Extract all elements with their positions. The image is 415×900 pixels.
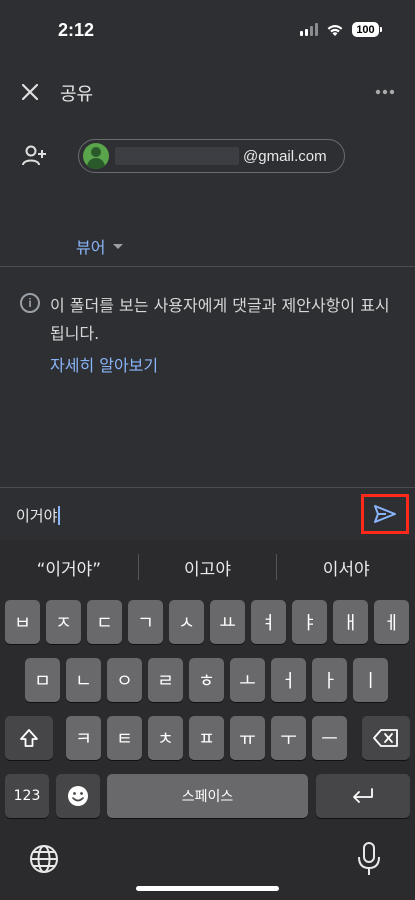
key[interactable]: ㄴ	[66, 658, 101, 702]
status-bar: 2:12 100	[0, 0, 415, 62]
key[interactable]: ㅐ	[333, 600, 368, 644]
message-value: 이거야	[16, 507, 58, 525]
more-options-button[interactable]	[369, 76, 401, 108]
recipient-chip[interactable]: @gmail.com	[78, 139, 345, 173]
space-key[interactable]: 스페이스	[107, 774, 308, 818]
suggestion-bar: “이거야” 이고야 이서야	[0, 540, 415, 594]
divider	[0, 266, 415, 267]
emoji-icon	[68, 786, 88, 806]
globe-icon	[30, 845, 58, 873]
role-dropdown[interactable]: 뷰어	[76, 234, 124, 258]
shift-key[interactable]	[5, 716, 53, 760]
send-button[interactable]	[361, 494, 409, 534]
key[interactable]: ㅇ	[107, 658, 142, 702]
battery-icon: 100	[352, 22, 382, 37]
microphone-key[interactable]	[354, 841, 386, 877]
keyboard: “이거야” 이고야 이서야 ㅂ ㅈ ㄷ ㄱ ㅅ ㅛ ㅕ ㅑ ㅐ ㅔ ㅁ ㄴ ㅇ …	[0, 540, 415, 900]
suggestion-item[interactable]: “이거야”	[0, 555, 138, 580]
recipient-email: @gmail.com	[243, 147, 327, 165]
globe-key[interactable]	[28, 843, 62, 877]
cellular-signal-icon	[300, 23, 318, 36]
key[interactable]: ㅠ	[230, 716, 265, 760]
avatar	[83, 143, 109, 169]
key[interactable]: ㅡ	[312, 716, 347, 760]
message-input[interactable]: 이거야	[16, 505, 61, 526]
more-horizontal-icon	[375, 89, 395, 95]
return-key[interactable]	[316, 774, 410, 818]
key[interactable]: ㅈ	[46, 600, 81, 644]
home-indicator	[136, 886, 279, 891]
text-cursor	[58, 506, 61, 525]
key[interactable]: ㅊ	[148, 716, 183, 760]
key[interactable]: ㅜ	[271, 716, 306, 760]
key[interactable]: ㅌ	[107, 716, 142, 760]
backspace-key[interactable]	[362, 716, 410, 760]
person-add-icon	[22, 145, 46, 166]
shift-icon	[20, 729, 38, 747]
numbers-key[interactable]: 123	[5, 774, 49, 818]
key[interactable]: ㅎ	[189, 658, 224, 702]
emoji-key[interactable]	[56, 774, 100, 818]
send-icon	[374, 505, 396, 523]
close-icon	[21, 83, 39, 101]
key[interactable]: ㅁ	[25, 658, 60, 702]
key[interactable]: ㅑ	[292, 600, 327, 644]
redacted-email-prefix	[115, 147, 239, 165]
key[interactable]: ㅍ	[189, 716, 224, 760]
page-title: 공유	[60, 84, 94, 105]
divider	[0, 487, 415, 488]
key[interactable]: ㅕ	[251, 600, 286, 644]
app-bar: 공유	[0, 68, 415, 116]
key[interactable]: ㅣ	[353, 658, 388, 702]
key[interactable]: ㅂ	[5, 600, 40, 644]
key[interactable]: ㅅ	[169, 600, 204, 644]
chevron-down-icon	[113, 243, 124, 249]
microphone-icon	[358, 842, 380, 875]
role-label: 뷰어	[76, 238, 106, 257]
wifi-icon	[327, 24, 343, 36]
key[interactable]: ㅔ	[374, 600, 409, 644]
key[interactable]: ㄷ	[87, 600, 122, 644]
info-icon: i	[20, 293, 40, 313]
learn-more-link[interactable]: 자세히 알아보기	[50, 352, 158, 376]
key[interactable]: ㅓ	[271, 658, 306, 702]
key[interactable]: ㅛ	[210, 600, 245, 644]
key[interactable]: ㅋ	[66, 716, 101, 760]
add-person-button[interactable]	[18, 140, 50, 172]
suggestion-item[interactable]: 이서야	[277, 555, 415, 580]
key[interactable]: ㅏ	[312, 658, 347, 702]
info-text: 이 폴더를 보는 사용자에게 댓글과 제안사항이 표시됩니다.	[50, 296, 390, 343]
status-icons: 100	[300, 22, 382, 37]
return-icon	[353, 788, 373, 803]
key[interactable]: ㄹ	[148, 658, 183, 702]
suggestion-item[interactable]: 이고야	[139, 555, 277, 580]
key[interactable]: ㅗ	[230, 658, 265, 702]
backspace-icon	[373, 729, 398, 747]
close-button[interactable]	[14, 76, 46, 108]
key[interactable]: ㄱ	[128, 600, 163, 644]
status-time: 2:12	[58, 20, 95, 40]
